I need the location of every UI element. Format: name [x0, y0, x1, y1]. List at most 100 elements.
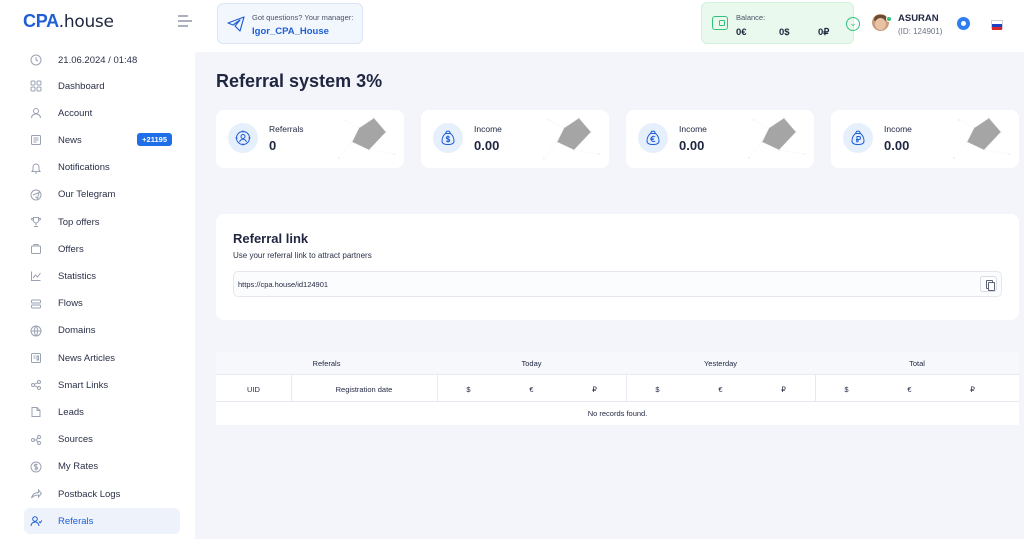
forward-icon	[30, 488, 42, 500]
article-icon	[30, 352, 42, 364]
sidebar-item-label: News Articles	[58, 352, 116, 364]
sources-icon	[30, 434, 42, 446]
sidebar-item-notifications[interactable]: Notifications	[24, 155, 180, 181]
col-today-usd[interactable]: $	[437, 385, 500, 394]
referrals-table: Referals Today Yesterday Total UID Regis…	[216, 352, 1019, 425]
col-total-eur[interactable]: €	[878, 385, 941, 394]
page-title: Referral system 3%	[216, 71, 383, 91]
sidebar-item-label: Domains	[58, 325, 96, 337]
sidebar-item-flows[interactable]: Flows	[24, 291, 180, 317]
col-today-rub[interactable]: ₽	[563, 385, 626, 394]
sidebar-item-news-articles[interactable]: News Articles	[24, 345, 180, 371]
empty-table-message: No records found.	[587, 409, 648, 418]
referral-link-url[interactable]: https://cpa.house/id124901	[238, 280, 328, 289]
manager-contact[interactable]: Got questions? Your manager: Igor_CPA_Ho…	[217, 3, 363, 44]
col-yesterday-rub[interactable]: ₽	[752, 385, 815, 394]
wallet-icon	[712, 16, 728, 30]
user-name[interactable]: ASURAN	[898, 13, 939, 24]
manager-question: Got questions? Your manager:	[252, 13, 354, 22]
sidebar-item-our-telegram[interactable]: Our Telegram	[24, 182, 180, 208]
balance-label: Balance:	[736, 13, 766, 22]
sidebar-item-label: Postback Logs	[58, 488, 121, 500]
referral-link-subtitle: Use your referral link to attract partne…	[233, 251, 372, 260]
sidebar-item-offers[interactable]: Offers	[24, 236, 180, 262]
trophy-icon	[30, 216, 42, 228]
col-total-usd[interactable]: $	[815, 385, 878, 394]
table-column-header: UID Registration date $ € ₽ $ € ₽ $ € ₽	[216, 374, 1019, 402]
sidebar-item-postback-logs[interactable]: Postback Logs	[24, 481, 180, 507]
sidebar-item-top-offers[interactable]: Top offers	[24, 209, 180, 235]
telegram-icon	[227, 16, 245, 32]
sidebar-item-account[interactable]: Account	[24, 100, 180, 126]
col-yesterday-eur[interactable]: €	[689, 385, 752, 394]
col-yesterday-usd[interactable]: $	[626, 385, 689, 394]
bell-icon	[30, 162, 42, 174]
sidebar-item-leads[interactable]: Leads	[24, 399, 180, 425]
flows-icon	[30, 298, 42, 310]
col-today-eur[interactable]: €	[500, 385, 563, 394]
user-icon	[30, 107, 42, 119]
sidebar-item-smart-links[interactable]: Smart Links	[24, 372, 180, 398]
settings-gear-icon[interactable]	[957, 17, 970, 30]
referral-link-title: Referral link	[233, 231, 309, 246]
logo[interactable]: CPA.house	[23, 11, 114, 32]
grid-icon	[30, 80, 42, 92]
top-header: Got questions? Your manager: Igor_CPA_Ho…	[195, 0, 1024, 52]
col-uid[interactable]: UID	[216, 385, 291, 394]
group-header-referals: Referals	[312, 359, 341, 368]
sidebar-item-label: Dashboard	[58, 80, 105, 92]
money-bag-dollar-icon	[433, 123, 463, 153]
logo-part-cpa: CPA	[23, 11, 59, 31]
sidebar-item-domains[interactable]: Domains	[24, 318, 180, 344]
manager-name-link[interactable]: Igor_CPA_House	[252, 26, 329, 37]
stat-card-income-eur: Income 0.00	[626, 110, 814, 168]
sidebar-item-label: Top offers	[58, 216, 100, 228]
group-header-total: Total	[909, 359, 925, 368]
sidebar-item-label: Our Telegram	[58, 189, 116, 201]
briefcase-icon	[30, 243, 42, 255]
table-group-header: Referals Today Yesterday Total	[216, 352, 1019, 374]
language-flag-icon[interactable]	[991, 20, 1003, 30]
sidebar-item-my-rates[interactable]: My Rates	[24, 454, 180, 480]
sidebar-item-sources[interactable]: Sources	[24, 427, 180, 453]
sidebar-item-label: Offers	[58, 243, 84, 255]
money-bag-euro-icon	[638, 123, 668, 153]
stat-value: 0	[269, 138, 277, 153]
balance-eur: 0€	[736, 27, 747, 38]
group-header-today: Today	[521, 359, 542, 368]
sidebar-item-label: Referals	[58, 515, 94, 527]
clock-icon	[30, 54, 42, 66]
sidebar-item-label: Statistics	[58, 270, 97, 282]
sidebar-datetime: 21.06.2024 / 01:48	[24, 47, 180, 73]
sidebar-item-label: My Rates	[58, 461, 99, 473]
sidebar-item-dashboard[interactable]: Dashboard	[24, 73, 180, 99]
balance-box: Balance: 0€ 0$ 0₽	[701, 2, 854, 44]
sidebar-item-news[interactable]: News +21195	[24, 127, 180, 153]
stat-label: Income	[679, 124, 707, 134]
stat-card-income-usd: Income 0.00	[421, 110, 609, 168]
referral-link-field[interactable]: https://cpa.house/id124901	[233, 271, 1002, 297]
stat-label: Referrals	[269, 124, 304, 134]
sidebar-item-referals[interactable]: Referals	[24, 508, 180, 535]
sidebar-item-statistics[interactable]: Statistics	[24, 263, 180, 289]
collapse-sidebar-icon[interactable]	[178, 15, 192, 27]
telegram-icon	[30, 189, 42, 201]
stat-card-referrals: Referrals 0	[216, 110, 404, 168]
col-registration-date[interactable]: Registration date	[291, 385, 437, 394]
stat-card-income-rub: Income 0.00	[831, 110, 1019, 168]
chart-icon	[30, 270, 42, 282]
col-total-rub[interactable]: ₽	[941, 385, 1004, 394]
stat-value: 0.00	[679, 138, 705, 153]
stat-label: Income	[884, 124, 912, 134]
sidebar-item-label: Leads	[58, 406, 84, 418]
online-status-icon	[886, 16, 892, 22]
stat-label: Income	[474, 124, 502, 134]
stat-value: 0.00	[884, 138, 910, 153]
balance-expand-chevron-icon[interactable]: ⌄	[846, 17, 860, 31]
stat-value: 0.00	[474, 138, 500, 153]
sidebar-item-label: Account	[58, 107, 93, 119]
logo-part-house: .house	[58, 12, 114, 32]
balance-rub: 0₽	[818, 27, 830, 38]
referals-icon	[30, 515, 42, 527]
copy-icon[interactable]	[980, 276, 997, 292]
